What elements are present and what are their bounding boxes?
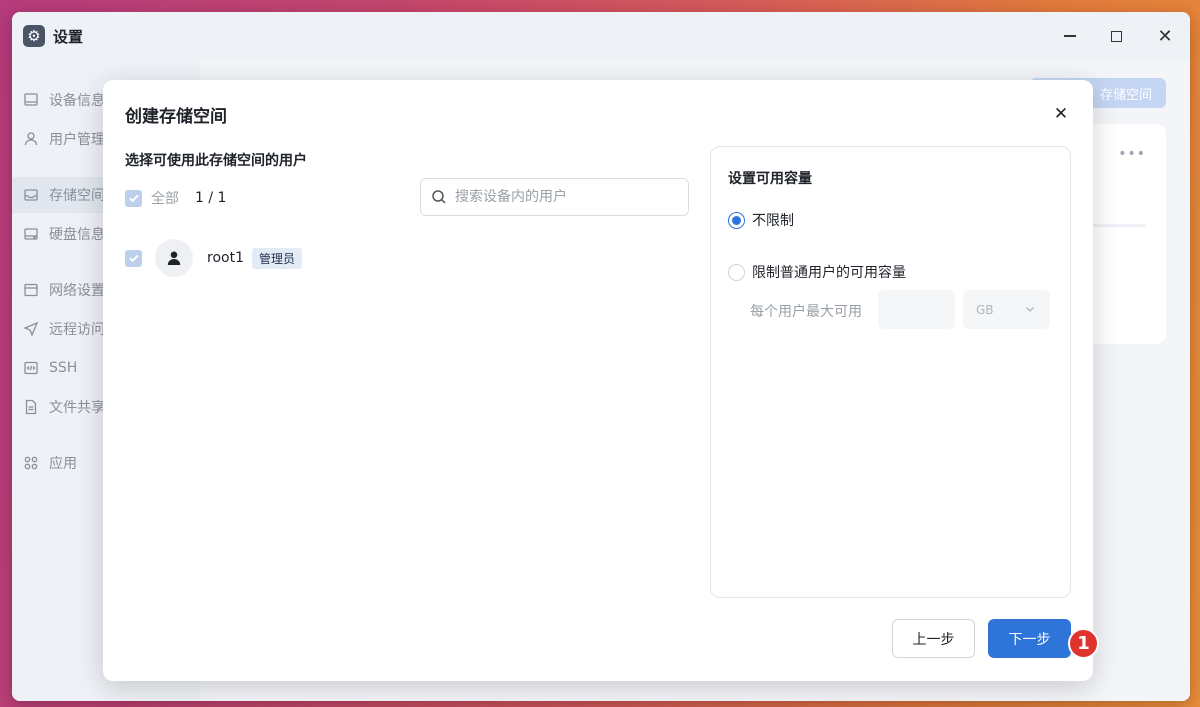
disk-icon [23,226,39,242]
check-icon [128,194,139,203]
document-icon [23,399,39,415]
role-badge: 管理员 [251,247,302,269]
step-marker-badge: 1 [1068,628,1099,659]
close-icon: ✕ [1157,25,1173,47]
sidebar-item-label: 硬盘信息 [49,227,105,243]
user-search-input[interactable] [455,189,675,205]
close-window-button[interactable]: ✕ [1153,24,1177,48]
close-icon: ✕ [1053,104,1069,124]
unlimited-label: 不限制 [752,213,794,229]
sidebar-item-label: 远程访问 [49,322,105,338]
sidebar-item-label: 网络设置 [49,283,105,299]
user-search-box[interactable] [420,178,689,216]
select-all-checkbox[interactable] [125,189,142,207]
select-all-row: 全部 1 / 1 [125,188,226,208]
unit-select[interactable]: GB [963,290,1050,329]
per-user-limit-input[interactable] [878,290,955,329]
unit-value: GB [976,302,994,317]
selection-count: 1 / 1 [195,190,227,206]
previous-step-button[interactable]: 上一步 [892,619,975,658]
create-storage-dialog: 创建存储空间 ✕ 选择可使用此存储空间的用户 全部 1 / 1 root1 管理… [103,80,1093,681]
title-bar: ⚙ 设置 ✕ [12,12,1190,60]
limited-radio[interactable] [728,263,745,281]
sidebar-item-label: 应用 [49,456,77,472]
sidebar-item-label: SSH [49,360,78,376]
dialog-title: 创建存储空间 [125,107,227,127]
sidebar-item-label: 用户管理 [49,132,105,148]
send-icon [23,321,39,337]
maximize-button[interactable] [1104,24,1128,48]
user-checkbox[interactable] [125,249,142,267]
select-all-label: 全部 [151,191,179,207]
user-icon [23,131,39,147]
limited-option[interactable]: 限制普通用户的可用容量 [728,262,906,282]
user-section-title: 选择可使用此存储空间的用户 [125,153,307,169]
avatar [155,239,193,277]
user-name: root1 [207,250,244,266]
unlimited-option[interactable]: 不限制 [728,210,794,230]
per-user-limit-label: 每个用户最大可用 [750,304,862,320]
user-icon [167,251,181,265]
monitor-icon [23,92,39,108]
more-icon[interactable]: ••• [1118,146,1146,162]
sidebar-item-label: 文件共享 [49,400,105,416]
window-title: 设置 [53,28,84,46]
apps-icon [23,455,39,471]
storage-icon [23,187,39,203]
code-icon [23,360,39,376]
capacity-panel: 设置可用容量 不限制 限制普通用户的可用容量 每个用户最大可用 GB [710,146,1071,598]
gear-icon: ⚙ [23,25,45,47]
capacity-title: 设置可用容量 [728,171,812,187]
search-icon [431,189,447,205]
unlimited-radio[interactable] [728,211,745,229]
dialog-close-button[interactable]: ✕ [1049,102,1073,126]
sidebar-item-label: 存储空间 [49,188,105,204]
minimize-button[interactable] [1058,24,1082,48]
chevron-down-icon [1026,307,1034,312]
check-icon [128,254,139,263]
user-list-item[interactable]: root1 管理员 [125,238,302,278]
sidebar-item-label: 设备信息 [49,93,105,109]
network-icon [23,282,39,298]
next-step-button[interactable]: 下一步 [988,619,1071,658]
maximize-icon [1110,30,1122,42]
limited-label: 限制普通用户的可用容量 [752,265,906,281]
minimize-icon [1064,35,1076,37]
